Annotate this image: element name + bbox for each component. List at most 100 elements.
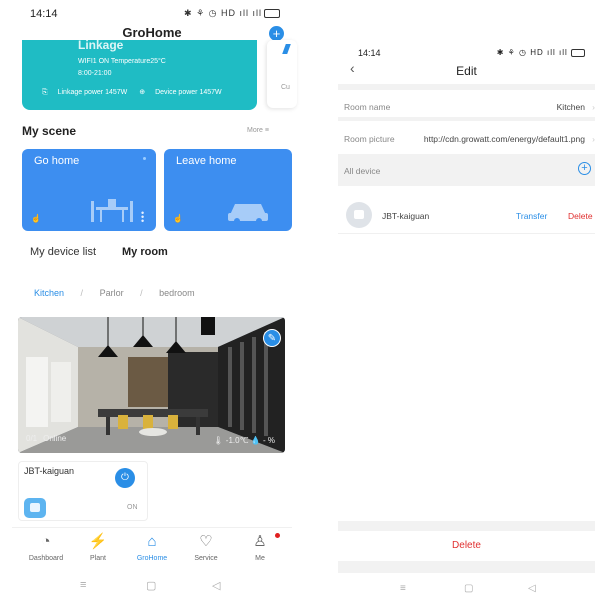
notification-dot bbox=[275, 533, 280, 538]
grohome-screen: 14:14 ✱ ⚘ ◷ HD ıll ıll GroHome + Linkage… bbox=[12, 0, 297, 595]
room-tab-bedroom[interactable]: bedroom bbox=[159, 288, 195, 298]
linkage-card[interactable]: Linkage WIFI1 ON Temperature25°C 8:00-21… bbox=[22, 40, 257, 110]
divider bbox=[338, 521, 595, 531]
nav-grohome[interactable]: ⌂ GroHome bbox=[124, 532, 180, 562]
menu-icon[interactable]: ≡ bbox=[80, 579, 86, 591]
device-card[interactable]: JBT-kaiguan ⏻ ON bbox=[18, 461, 148, 521]
status-bar: 14:14 ✱ ⚘ ◷ HD ıll ıll bbox=[12, 8, 292, 24]
power-icon[interactable]: ⏻ bbox=[115, 468, 135, 488]
app-title: GroHome bbox=[122, 25, 182, 40]
status-icons: ✱ ⚘ ◷ HD ıll ıll bbox=[497, 48, 585, 57]
scene-leave-home[interactable]: Leave home ☝ bbox=[164, 149, 292, 231]
tab-my-room[interactable]: My room bbox=[122, 246, 168, 258]
room-name-label: Room name bbox=[344, 102, 391, 112]
hand-icon: ☝ bbox=[31, 214, 41, 223]
room-tabs: Kitchen / Parlor / bedroom bbox=[34, 288, 195, 298]
plus-icon[interactable]: + bbox=[269, 26, 284, 41]
plant-icon: ⚡ bbox=[88, 533, 108, 550]
scene-active-dot bbox=[143, 157, 146, 160]
room-name-value: Kitchen bbox=[556, 102, 585, 112]
add-device-icon[interactable]: + bbox=[578, 162, 591, 175]
room-photo[interactable]: ✎ 0/1 Online 🌡 -1.0℃ 💧 - % bbox=[18, 317, 285, 453]
photo-status: 0/1 Online bbox=[26, 434, 66, 443]
nav-label: Plant bbox=[90, 555, 106, 562]
nav-dashboard[interactable]: ◔ Dashboard bbox=[18, 532, 74, 562]
next-card-text: Cu bbox=[281, 84, 290, 91]
room-tab-separator: / bbox=[140, 288, 143, 298]
nav-service[interactable]: ♡ Service bbox=[178, 532, 234, 562]
humidity-value: - % bbox=[263, 436, 275, 445]
humidity-icon: 💧 bbox=[250, 436, 261, 445]
battery-icon bbox=[571, 48, 585, 57]
room-picture-value: http://cdn.growatt.com/energy/default1.p… bbox=[423, 134, 585, 144]
divider bbox=[338, 561, 595, 573]
dashboard-icon: ◔ bbox=[41, 533, 51, 550]
dining-table-icon bbox=[91, 199, 133, 222]
divider bbox=[338, 117, 595, 121]
nav-me[interactable]: ♙ Me bbox=[232, 532, 288, 562]
all-device-label: All device bbox=[344, 166, 381, 176]
linkage-power-row: ⎘ Linkage power 1457W ⊕ Device power 1457W bbox=[42, 88, 232, 97]
all-device-header: All device + bbox=[338, 154, 595, 186]
device-name: JBT-kaiguan bbox=[24, 466, 75, 476]
home-square-icon[interactable]: ▢ bbox=[146, 579, 156, 592]
delete-device-button[interactable]: Delete bbox=[568, 211, 593, 221]
transfer-button[interactable]: Transfer bbox=[516, 211, 547, 221]
tab-my-device-list[interactable]: My device list bbox=[30, 246, 96, 258]
status-icons: ✱ ⚘ ◷ HD ıll ıll bbox=[184, 8, 280, 19]
back-triangle-icon[interactable]: ◁ bbox=[528, 583, 536, 594]
photo-readings: 🌡 -1.0℃ 💧 - % bbox=[213, 436, 275, 445]
more-options-icon[interactable]: • • • bbox=[141, 209, 144, 226]
device-state: ON bbox=[127, 504, 138, 511]
kitchen-photo bbox=[18, 317, 285, 453]
edit-pencil-icon[interactable]: ✎ bbox=[263, 329, 281, 347]
device-power: Device power 1457W bbox=[155, 89, 222, 96]
my-scene-title: My scene bbox=[22, 124, 77, 138]
battery-icon bbox=[264, 9, 280, 19]
menu-icon[interactable]: ≡ bbox=[400, 583, 406, 594]
home-icon: ⌂ bbox=[147, 533, 157, 550]
linkage-power: Linkage power 1457W bbox=[57, 89, 128, 96]
hand-icon: ☝ bbox=[173, 214, 183, 223]
device-name: JBT-kaiguan bbox=[382, 211, 430, 221]
status-time: 14:14 bbox=[30, 8, 58, 20]
device-row: JBT-kaiguan Transfer Delete bbox=[338, 198, 595, 234]
bottom-nav: ◔ Dashboard ⚡ Plant ⌂ GroHome ♡ Service … bbox=[12, 527, 292, 569]
nav-label: Me bbox=[255, 555, 265, 562]
linkage-power-icon: ⎘ bbox=[42, 89, 48, 96]
nav-plant[interactable]: ⚡ Plant bbox=[70, 532, 126, 562]
status-time: 14:14 bbox=[358, 48, 381, 58]
room-tab-separator: / bbox=[80, 288, 84, 298]
switch-device-icon bbox=[346, 202, 372, 228]
switch-device-icon bbox=[24, 498, 46, 518]
device-power-icon: ⊕ bbox=[139, 89, 146, 96]
home-square-icon[interactable]: ▢ bbox=[464, 583, 473, 594]
status-bar: 14:14 ✱ ⚘ ◷ HD ıll ıll bbox=[338, 48, 595, 62]
delete-room-button[interactable]: Delete bbox=[338, 531, 595, 561]
page-title: Edit bbox=[456, 64, 477, 78]
next-linkage-card[interactable]: Cu bbox=[267, 40, 297, 108]
room-tab-parlor[interactable]: Parlor bbox=[100, 288, 124, 298]
linkage-title: Linkage bbox=[78, 40, 124, 52]
more-link[interactable]: More ≡ bbox=[247, 127, 269, 134]
car-icon bbox=[228, 204, 268, 224]
thermometer-icon: 🌡 bbox=[213, 436, 224, 445]
divider bbox=[338, 84, 595, 90]
scene-go-home[interactable]: Go home ☝ • • • bbox=[22, 149, 156, 231]
nav-label: Dashboard bbox=[28, 555, 64, 562]
room-picture-label: Room picture bbox=[344, 134, 395, 144]
room-tab-kitchen[interactable]: Kitchen bbox=[34, 288, 64, 298]
service-icon: ♡ bbox=[199, 533, 213, 550]
linkage-time: 8:00-21:00 bbox=[78, 70, 112, 77]
nav-label: GroHome bbox=[136, 555, 168, 562]
scene-name: Go home bbox=[34, 155, 80, 167]
temperature-value: -1.0℃ bbox=[225, 436, 249, 445]
nav-label: Service bbox=[194, 555, 218, 562]
linkage-condition: WIFI1 ON Temperature25°C bbox=[78, 58, 166, 65]
card-accent bbox=[282, 44, 291, 54]
scene-name: Leave home bbox=[176, 155, 237, 167]
back-triangle-icon[interactable]: ◁ bbox=[212, 579, 220, 592]
edit-room-screen: 14:14 ✱ ⚘ ◷ HD ıll ıll ‹ Edit Room name … bbox=[338, 40, 595, 595]
photo-count: 0/1 bbox=[26, 434, 38, 443]
online-status: Online bbox=[43, 434, 67, 443]
